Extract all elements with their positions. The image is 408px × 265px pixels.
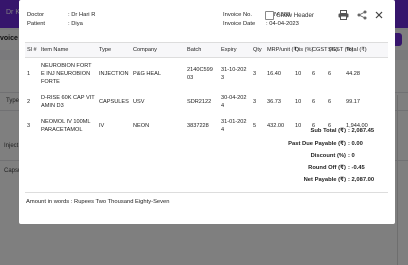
cell-qty: 3 <box>253 71 257 77</box>
close-icon[interactable] <box>375 11 383 19</box>
net-payable-label: Net Payable (₹) <box>303 177 346 183</box>
column-header: Type <box>97 42 131 58</box>
show-header-label[interactable]: Show Header <box>277 12 315 19</box>
show-header-checkbox[interactable] <box>264 10 274 20</box>
round-off-label: Round Off (₹) <box>308 165 346 171</box>
sub-total-value: : 2,087.45 <box>348 128 375 134</box>
column-header: Item Name <box>39 42 97 58</box>
cell-cgst: 6 <box>312 99 316 105</box>
column-header: SGST (%) <box>326 42 353 58</box>
column-header: Sl # <box>25 42 39 58</box>
cell-sl: 1 <box>27 71 31 77</box>
column-header: Expiry <box>219 42 251 58</box>
column-header: CGST (%) <box>310 42 338 58</box>
share-icon[interactable] <box>357 10 367 20</box>
cell-item-name: D-RISE 60K CAP VITAMIN D3 <box>41 95 95 109</box>
cell-expiry: 31-10-2023 <box>221 67 247 81</box>
sub-total-label: Sub Total (₹) <box>310 128 346 134</box>
column-header: Company <box>131 42 185 58</box>
doctor-value: : Dr Hari R <box>68 12 96 18</box>
column-header: Qty <box>251 42 265 58</box>
round-off-value: : -0.45 <box>348 165 365 171</box>
invoice-modal: Doctor : Dr Hari R Patient : Diya Invoic… <box>19 0 395 224</box>
net-payable-value: : 2,087.00 <box>348 177 375 183</box>
cell-type: IV <box>99 123 105 129</box>
cell-company: P&G HEAL <box>133 71 161 77</box>
cell-total: 99.17 <box>346 99 360 105</box>
patient-value: : Diya <box>68 21 83 27</box>
past-due-label: Past Due Payable (₹) <box>288 141 346 147</box>
totals-divider <box>25 192 388 193</box>
invoice-items-table: Sl # Item Name Type Company Batch Expiry… <box>25 42 388 138</box>
cell-sl: 2 <box>27 99 31 105</box>
cell-company: USV <box>133 99 145 105</box>
table-row: 2 D-RISE 60K CAP VITAMIN D3 CAPSULES USV… <box>25 90 388 114</box>
invoice-no-label: Invoice No. <box>223 12 252 18</box>
cell-discount: 10 <box>295 123 302 129</box>
cell-qty: 3 <box>253 99 257 105</box>
table-row: 3 NEOMOL IV 100ML PARACETAMOL IV NEON 38… <box>25 114 388 138</box>
cell-batch: SDR2122 <box>187 99 212 105</box>
cell-mrp: 36.73 <box>267 99 281 105</box>
discount-value: : 0 <box>348 153 355 159</box>
amount-in-words: Amount in words : Rupees Two Thousand Ei… <box>26 199 170 205</box>
cell-type: INJECTION <box>99 71 129 77</box>
cell-item-name: NEUROBION FORTE INJ NEUROBION FORTE <box>41 63 92 85</box>
cell-mrp: 16.40 <box>267 71 281 77</box>
cell-expiry: 30-04-202 4 <box>221 95 247 109</box>
printer-icon[interactable] <box>338 10 349 20</box>
column-header: MRP/unit (₹) <box>265 42 299 58</box>
table-row: 1 NEUROBION FORTE INJ NEUROBION FORTE IN… <box>25 58 388 91</box>
column-header: Dis (%) <box>293 42 313 58</box>
column-header: Total (₹) <box>344 42 388 58</box>
cell-discount: 10 <box>295 71 302 77</box>
cell-sgst: 6 <box>328 71 332 77</box>
cell-discount: 10 <box>295 99 302 105</box>
cell-company: NEON <box>133 123 150 129</box>
cell-sl: 3 <box>27 123 31 129</box>
modal-header-actions: Show Header <box>264 10 384 20</box>
cell-batch: 2140C599 03 <box>187 67 213 81</box>
cell-qty: 5 <box>253 123 257 129</box>
patient-label: Patient <box>27 21 46 27</box>
cell-type: CAPSULES <box>99 99 129 105</box>
column-header: Batch <box>185 42 219 58</box>
doctor-label: Doctor <box>27 12 45 18</box>
invoice-date-label: Invoice Date <box>223 21 256 27</box>
cell-cgst: 6 <box>312 123 316 129</box>
cell-total: 1,944.00 <box>346 123 368 129</box>
invoice-date-value: : 04-04-2023 <box>266 21 299 27</box>
cell-expiry: 31-01-2024 <box>221 119 247 133</box>
cell-batch: 3837228 <box>187 123 209 129</box>
cell-mrp: 432.00 <box>267 123 285 129</box>
past-due-value: : 0.00 <box>348 141 363 147</box>
cell-cgst: 6 <box>312 71 316 77</box>
cell-sgst: 6 <box>328 99 332 105</box>
table-header-row: Sl # Item Name Type Company Batch Expiry… <box>25 42 388 58</box>
cell-total: 44.28 <box>346 71 360 77</box>
cell-item-name: NEOMOL IV 100ML PARACETAMOL <box>41 119 91 133</box>
cell-sgst: 6 <box>328 123 332 129</box>
discount-label: Discount (%) <box>310 153 346 159</box>
